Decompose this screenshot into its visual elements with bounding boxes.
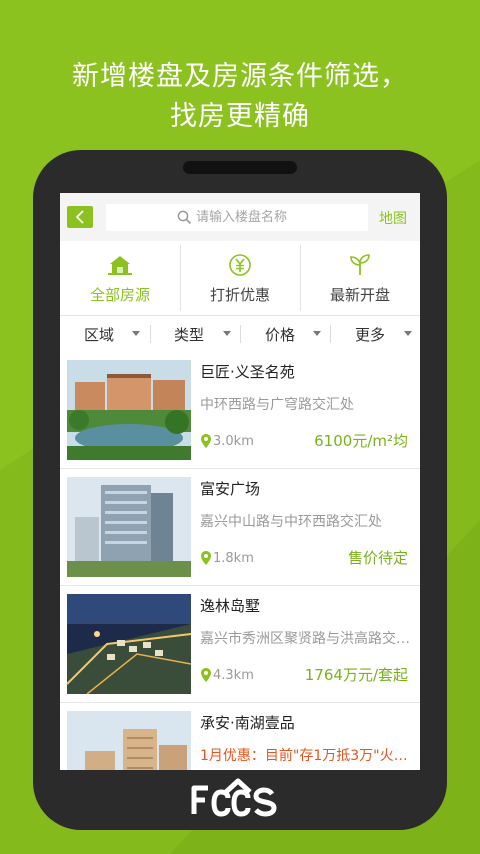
listing-price: 1764万元/套起 — [304, 666, 408, 684]
back-button[interactable] — [67, 206, 93, 228]
tab-label: 打折优惠 — [209, 286, 270, 304]
app-screen: 地图 全部房源 打折优惠 — [60, 193, 420, 770]
property-photo — [67, 594, 191, 694]
house-icon — [108, 256, 132, 275]
listing-distance: 4.3km — [213, 668, 254, 683]
listing-name: 巨匠·义圣名苑 — [200, 363, 295, 381]
property-photo — [67, 711, 191, 770]
sprout-icon — [350, 254, 370, 275]
dropdown-triangle-icon — [132, 331, 140, 336]
filter-price[interactable]: 价格 — [240, 316, 330, 352]
filter-area[interactable]: 区域 — [60, 316, 150, 352]
listing-address: 嘉兴市秀洲区聚贤路与洪高路交汇处 — [200, 631, 410, 647]
location-pin-icon — [201, 434, 211, 448]
listing-name: 承安·南湖壹品 — [200, 714, 295, 732]
tab-label: 全部房源 — [89, 286, 150, 304]
listing-address: 中环西路与广穹路交汇处 — [200, 397, 354, 413]
top-bar: 地图 — [60, 193, 420, 241]
listing-promo: 1月优惠：目前"存1万抵3万"火热进行中 — [200, 748, 410, 764]
search-input[interactable] — [196, 206, 356, 228]
tab-discounts[interactable]: 打折优惠 — [180, 241, 300, 315]
dropdown-triangle-icon — [404, 331, 412, 336]
listing-price: 6100元/m²均 — [314, 432, 408, 450]
yen-coin-icon — [229, 254, 251, 276]
brand-logo — [191, 778, 277, 817]
dropdown-triangle-icon — [223, 331, 231, 336]
filter-label: 更多 — [355, 326, 386, 344]
headline-line-2: 找房更精确 — [170, 101, 310, 132]
property-photo — [67, 477, 191, 577]
filter-label: 类型 — [174, 326, 205, 344]
dropdown-triangle-icon — [313, 331, 321, 336]
filter-label: 价格 — [265, 326, 296, 344]
category-tabs: 全部房源 打折优惠 最新开盘 — [60, 241, 420, 315]
phone-speaker — [183, 161, 297, 174]
filter-label: 区域 — [84, 326, 115, 344]
search-icon — [177, 210, 192, 225]
listing-price: 售价待定 — [347, 549, 408, 567]
listing-item[interactable]: 逸林岛墅 嘉兴市秀洲区聚贤路与洪高路交汇处 4.3km 1764万元/套起 — [60, 586, 420, 703]
listing-name: 逸林岛墅 — [200, 597, 261, 615]
listing-distance: 3.0km — [213, 434, 254, 449]
location-pin-icon — [201, 551, 211, 565]
filter-bar: 区域 类型 价格 更多 — [60, 315, 420, 353]
location-pin-icon — [201, 668, 211, 682]
chevron-left-icon — [75, 210, 84, 224]
listing-address: 嘉兴中山路与中环西路交汇处 — [200, 514, 382, 530]
listing-name: 富安广场 — [200, 480, 261, 498]
listing-item[interactable]: 富安广场 嘉兴中山路与中环西路交汇处 1.8km 售价待定 — [60, 469, 420, 586]
headline-line-1: 新增楼盘及房源条件筛选， — [72, 61, 408, 92]
listing-item[interactable]: 承安·南湖壹品 1月优惠：目前"存1万抵3万"火热进行中 — [60, 703, 420, 770]
search-box[interactable] — [106, 204, 368, 231]
filter-more[interactable]: 更多 — [330, 316, 420, 352]
filter-type[interactable]: 类型 — [150, 316, 240, 352]
property-photo — [67, 360, 191, 460]
listing-distance: 1.8km — [213, 551, 254, 566]
tab-new-openings[interactable]: 最新开盘 — [300, 241, 420, 315]
map-link[interactable]: 地图 — [379, 208, 407, 228]
tab-all-listings[interactable]: 全部房源 — [60, 241, 180, 315]
listing-item[interactable]: 巨匠·义圣名苑 中环西路与广穹路交汇处 3.0km 6100元/m²均 — [60, 352, 420, 469]
tab-label: 最新开盘 — [329, 286, 390, 304]
